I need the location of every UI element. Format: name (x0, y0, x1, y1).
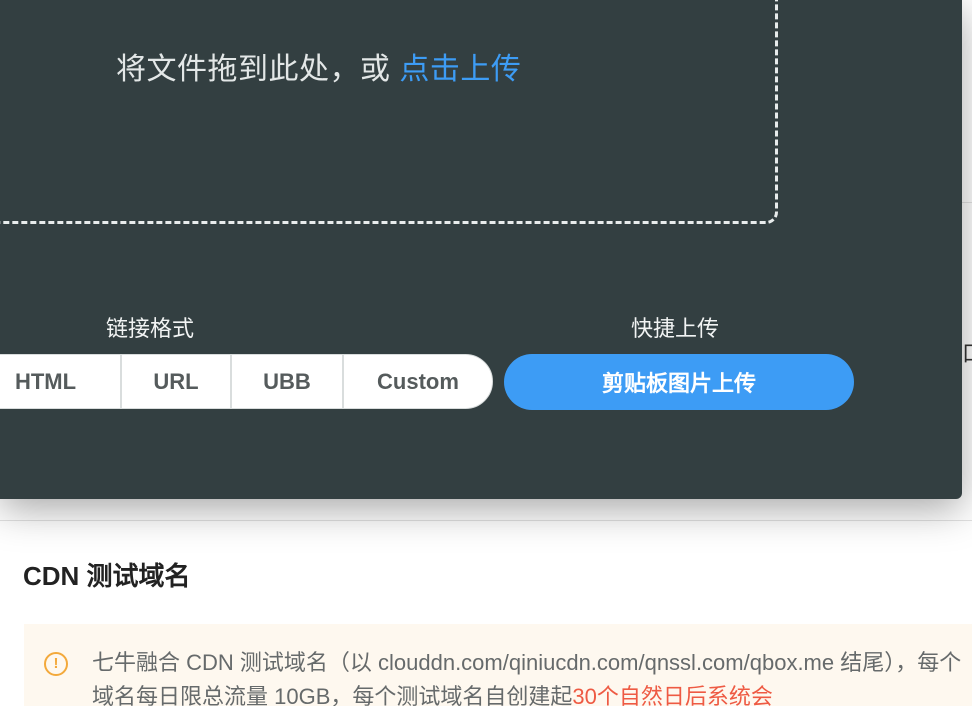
clipboard-upload-button[interactable]: 剪贴板图片上传 (504, 354, 854, 410)
quick-upload-label: 快捷上传 (631, 316, 720, 341)
link-format-button-group: HTML URL UBB Custom (0, 354, 493, 409)
file-drop-zone[interactable] (0, 0, 778, 224)
upload-panel: 将文件拖到此处，或 点击上传 链接格式 快捷上传 HTML URL UBB Cu… (0, 0, 962, 499)
background-divider (0, 520, 972, 521)
notice-body: 七牛融合 CDN 测试域名（以 clouddn.com/qiniucdn.com… (92, 650, 962, 706)
format-ubb-button[interactable]: UBB (232, 355, 344, 408)
format-html-button[interactable]: HTML (0, 355, 122, 408)
exclamation-circle-icon: ! (44, 652, 68, 676)
link-format-label: 链接格式 (106, 316, 195, 341)
background-partial-glyph: 口 (962, 340, 972, 368)
format-url-button[interactable]: URL (122, 355, 232, 408)
background-divider (962, 202, 972, 203)
format-custom-button[interactable]: Custom (344, 355, 492, 408)
cdn-section-title: CDN 测试域名 (23, 561, 191, 591)
notice-highlight: 30个自然日后系统会 (572, 684, 773, 706)
cdn-notice-text: 七牛融合 CDN 测试域名（以 clouddn.com/qiniucdn.com… (92, 646, 972, 706)
click-upload-link[interactable]: 点击上传 (399, 53, 521, 86)
cdn-notice-box: ! 七牛融合 CDN 测试域名（以 clouddn.com/qiniucdn.c… (24, 624, 972, 706)
drop-prompt: 将文件拖到此处，或 点击上传 (116, 50, 521, 90)
drop-prompt-text: 将文件拖到此处，或 (116, 53, 400, 86)
